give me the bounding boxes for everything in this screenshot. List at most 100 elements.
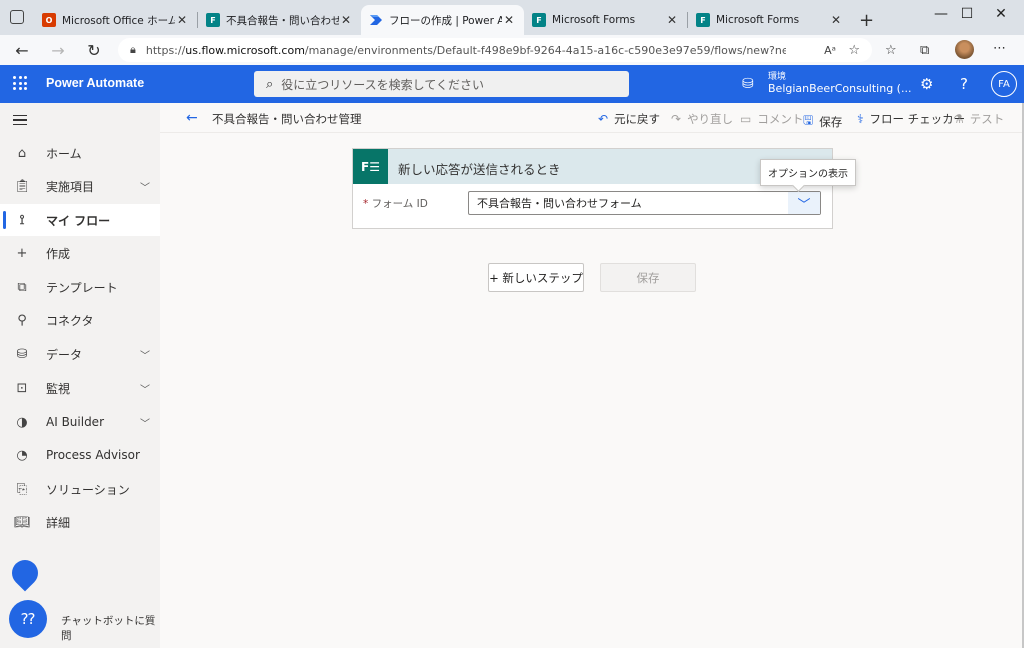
- nav-item-monitor[interactable]: ⊡ 監視 ﹀: [0, 372, 160, 404]
- read-aloud-icon[interactable]: Aᵃ: [824, 44, 836, 57]
- url-field[interactable]: 🔒︎ https://us.flow.microsoft.com/manage/…: [118, 38, 872, 62]
- chevron-down-icon: ﹀: [140, 384, 150, 396]
- forms-icon: F: [696, 13, 710, 27]
- form-id-label: * フォーム ID: [363, 196, 428, 211]
- environment-icon[interactable]: ⛁: [742, 76, 754, 92]
- nav-item-process-advisor[interactable]: ◔ Process Advisor: [0, 439, 160, 471]
- connector-icon: ⚲: [17, 312, 27, 328]
- book-icon: 📖︎: [14, 514, 31, 530]
- undo-button[interactable]: ↶ 元に戻す: [598, 111, 660, 127]
- back-icon[interactable]: ←: [4, 41, 40, 60]
- forms-icon: F☰: [353, 149, 388, 184]
- browser-tab-forms-report[interactable]: F 不具合報告・問い合わせフォ ✕: [198, 5, 361, 35]
- form-id-value: 不具合報告・問い合わせフォーム: [477, 197, 642, 210]
- close-icon[interactable]: ✕: [665, 13, 679, 27]
- nav-item-my-flows[interactable]: ⟟ マイ フロー: [0, 204, 160, 236]
- environment-value[interactable]: BelgianBeerConsulting (...: [768, 82, 911, 95]
- chevron-down-icon[interactable]: ﹀: [788, 192, 820, 214]
- forms-icon: F: [532, 13, 546, 27]
- flow-name[interactable]: 不具合報告・問い合わせ管理: [212, 111, 362, 127]
- new-tab-icon[interactable]: +: [859, 10, 874, 31]
- trigger-title[interactable]: 新しい応答が送信されるとき: [398, 159, 561, 178]
- clipboard-icon: 📋︎: [14, 178, 31, 194]
- home-icon: ⌂: [17, 145, 27, 161]
- left-navigation: ⌂ ホーム 📋︎ 実施項目 ﹀ ⟟ マイ フロー + 作成 ⧉ テンプレート ⚲…: [0, 103, 160, 648]
- browser-tab-office[interactable]: O Microsoft Office ホーム ✕: [34, 5, 197, 35]
- window-close-icon[interactable]: ✕: [978, 6, 1024, 22]
- save-flow-button[interactable]: 保存: [600, 263, 696, 292]
- stethoscope-icon: ⚕: [857, 112, 864, 126]
- refresh-icon[interactable]: ↻: [76, 41, 112, 60]
- new-step-button[interactable]: + 新しいステップ: [488, 263, 584, 292]
- nav-item-label: Process Advisor: [46, 448, 140, 462]
- nav-item-data[interactable]: ⛁ データ ﹀: [0, 338, 160, 370]
- close-icon[interactable]: ✕: [829, 13, 843, 27]
- flow-designer: ← 不具合報告・問い合わせ管理 ↶ 元に戻す ↷ やり直し ▭ コメント 🖫 保…: [160, 103, 1024, 648]
- command-bar: ← 不具合報告・問い合わせ管理 ↶ 元に戻す ↷ やり直し ▭ コメント 🖫 保…: [160, 103, 1024, 133]
- template-icon: ⧉: [17, 279, 27, 295]
- nav-item-templates[interactable]: ⧉ テンプレート: [0, 271, 160, 303]
- gear-icon[interactable]: ⚙: [920, 75, 933, 93]
- more-icon[interactable]: ⋯: [993, 41, 1006, 56]
- environment-label: 環境: [768, 72, 787, 82]
- nav-item-learn[interactable]: 📖︎ 詳細: [0, 506, 160, 538]
- browser-tab-forms-1[interactable]: F Microsoft Forms ✕: [524, 5, 687, 35]
- plus-icon: +: [16, 245, 28, 261]
- save-icon: 🖫: [803, 113, 814, 127]
- test-button[interactable]: ⚗ テスト: [953, 111, 1004, 127]
- close-icon[interactable]: ✕: [339, 13, 353, 27]
- forms-icon: F: [206, 13, 220, 27]
- tab-label: フローの作成 | Power Autom: [389, 14, 502, 27]
- nav-item-connectors[interactable]: ⚲ コネクタ: [0, 304, 160, 336]
- chat-icon: ⁇: [21, 610, 35, 628]
- nav-item-action-items[interactable]: 📋︎ 実施項目 ﹀: [0, 170, 160, 202]
- ai-builder-icon: ◑: [16, 414, 28, 430]
- forward-icon[interactable]: →: [40, 41, 76, 60]
- profile-avatar[interactable]: [955, 40, 974, 59]
- close-icon[interactable]: ✕: [502, 13, 516, 27]
- hamburger-icon[interactable]: [13, 115, 27, 125]
- search-placeholder: 役に立つリソースを検索してください: [281, 77, 484, 92]
- undo-label: 元に戻す: [614, 112, 661, 126]
- browser-tab-forms-2[interactable]: F Microsoft Forms ✕: [688, 5, 851, 35]
- comment-label: コメント: [757, 112, 804, 126]
- app-name[interactable]: Power Automate: [46, 76, 144, 90]
- nav-item-home[interactable]: ⌂ ホーム: [0, 137, 160, 169]
- nav-item-solutions[interactable]: ⎘ ソリューション: [0, 473, 160, 505]
- comment-icon: ▭: [740, 112, 752, 126]
- save-button[interactable]: 🖫 保存: [803, 111, 842, 132]
- undo-icon: ↶: [598, 112, 609, 126]
- nav-item-label: 監視: [46, 381, 71, 396]
- nav-item-label: 詳細: [46, 515, 71, 530]
- comment-button[interactable]: ▭ コメント: [740, 111, 803, 127]
- app-launcher-icon[interactable]: [13, 76, 27, 90]
- nav-item-label: AI Builder: [46, 415, 105, 429]
- chevron-down-icon: ﹀: [140, 418, 150, 430]
- tab-label: Microsoft Office ホーム: [62, 14, 175, 27]
- collections-icon[interactable]: ⧉: [920, 43, 929, 58]
- favorite-star-icon[interactable]: ☆: [848, 43, 860, 58]
- avatar[interactable]: FA: [991, 71, 1017, 97]
- nav-item-ai-builder[interactable]: ◑ AI Builder ﹀: [0, 406, 160, 438]
- form-id-select[interactable]: 不具合報告・問い合わせフォーム ﹀: [468, 191, 821, 215]
- favorites-icon[interactable]: ☆: [885, 43, 897, 58]
- lock-icon: 🔒︎: [130, 43, 136, 56]
- chatbot-button[interactable]: ⁇: [9, 600, 47, 638]
- redo-button[interactable]: ↷ やり直し: [671, 111, 733, 127]
- browser-tab-flow-create[interactable]: フローの作成 | Power Autom ✕: [361, 5, 524, 35]
- help-icon[interactable]: ?: [960, 75, 968, 93]
- nav-item-label: 実施項目: [46, 179, 95, 194]
- flow-checker-button[interactable]: ⚕ フロー チェッカー: [857, 111, 965, 127]
- search-input[interactable]: ⌕ 役に立つリソースを検索してください: [254, 71, 629, 97]
- nav-item-label: 作成: [46, 246, 71, 261]
- nav-item-label: テンプレート: [46, 280, 118, 295]
- chevron-down-icon: ﹀: [140, 182, 150, 194]
- nav-item-label: ソリューション: [46, 482, 130, 497]
- close-icon[interactable]: ✕: [175, 13, 189, 27]
- virtual-agent-bubble-icon[interactable]: [6, 554, 44, 592]
- nav-item-create[interactable]: + 作成: [0, 237, 160, 269]
- redo-label: やり直し: [687, 112, 734, 126]
- chatbot-label[interactable]: チャットボットに質問: [61, 613, 160, 643]
- back-arrow-icon[interactable]: ←: [186, 110, 198, 126]
- window-menu-icon[interactable]: [10, 10, 24, 24]
